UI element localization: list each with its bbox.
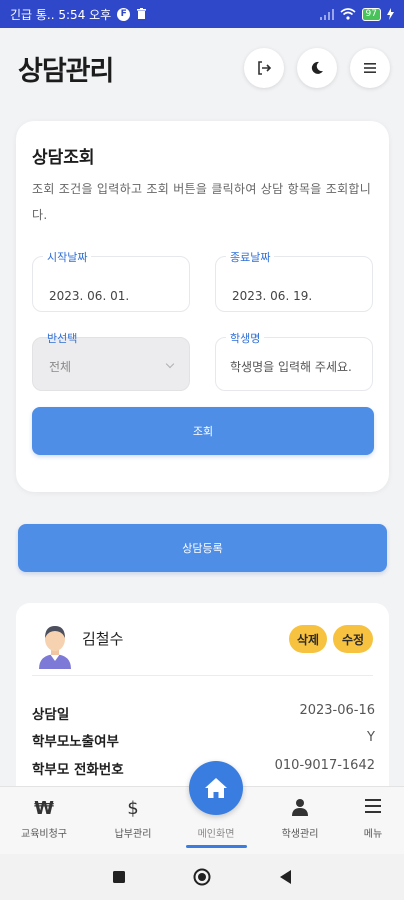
system-navigation-bar	[0, 854, 404, 900]
start-date-field[interactable]: 시작날짜 2023. 06. 01.	[32, 249, 190, 312]
record-value: 2023-06-16	[299, 703, 375, 718]
delete-button[interactable]: 삭제	[289, 625, 327, 653]
nav-label: 메뉴	[363, 829, 383, 840]
student-name-input[interactable]: 학생명을 입력해 주세요.	[230, 358, 352, 375]
wifi-icon	[340, 8, 356, 20]
home-button[interactable]	[189, 761, 243, 815]
nav-label: 납부관리	[114, 829, 152, 840]
app-header: 상담관리	[0, 28, 404, 108]
status-time: 긴급 통.. 5:54 오후	[10, 7, 112, 22]
dark-mode-button[interactable]	[297, 48, 337, 88]
record-value: Y	[367, 730, 375, 745]
start-date-value: 2023. 06. 01.	[49, 289, 130, 303]
end-date-label: 종료날짜	[226, 249, 275, 265]
avatar	[39, 626, 71, 669]
person-icon	[260, 798, 340, 816]
register-consultation-button[interactable]: 상담등록	[18, 524, 387, 572]
search-card-description: 조회 조건을 입력하고 조회 버튼을 클릭하여 상담 항목을 조회합니다.	[32, 182, 372, 222]
nav-label: 학생관리	[281, 829, 319, 840]
logout-button[interactable]	[244, 48, 284, 88]
search-card: 상담조회 조회 조건을 입력하고 조회 버튼을 클릭하여 상담 항목을 조회합니…	[16, 121, 389, 492]
back-icon[interactable]	[280, 870, 291, 884]
student-name-field[interactable]: 학생명 학생명을 입력해 주세요.	[215, 330, 373, 391]
system-home-icon[interactable]	[193, 868, 211, 886]
status-bar: 긴급 통.. 5:54 오후 F 97	[0, 0, 404, 28]
menu-button[interactable]	[350, 48, 390, 88]
won-icon: ₩	[34, 798, 54, 819]
record-row: 상담일 2023-06-16	[32, 703, 375, 723]
page-title: 상담관리	[18, 55, 114, 87]
trash-icon	[137, 8, 147, 19]
end-date-field[interactable]: 종료날짜 2023. 06. 19.	[215, 249, 373, 312]
student-name: 김철수	[82, 630, 124, 648]
edit-button[interactable]: 수정	[333, 625, 373, 653]
class-select[interactable]: 반선택 전체	[32, 332, 190, 391]
nav-item-billing[interactable]: ₩ 교육비청구	[4, 787, 84, 855]
moon-icon	[311, 61, 323, 74]
start-date-label: 시작날짜	[43, 249, 92, 265]
search-card-title: 상담조회	[32, 148, 95, 168]
student-name-label: 학생명	[226, 330, 265, 346]
charging-icon	[387, 8, 394, 20]
nav-item-menu[interactable]: 메뉴	[333, 787, 404, 855]
hamburger-icon	[333, 798, 404, 814]
class-select-label: 반선택	[47, 332, 78, 345]
chevron-down-icon	[165, 359, 175, 369]
f-app-icon: F	[117, 7, 131, 21]
record-value: 010-9017-1642	[274, 758, 375, 773]
end-date-value: 2023. 06. 19.	[232, 289, 313, 303]
record-key: 학부모노출여부	[32, 734, 119, 750]
battery-indicator: 97	[361, 7, 381, 21]
nav-item-students[interactable]: 학생관리	[260, 787, 340, 855]
divider	[32, 675, 373, 676]
nav-label: 교육비청구	[21, 829, 67, 840]
active-tab-indicator	[186, 845, 247, 848]
record-key: 상담일	[32, 707, 70, 723]
dollar-icon: $	[127, 798, 139, 819]
recents-icon[interactable]	[113, 871, 125, 883]
record-row: 학부모노출여부 Y	[32, 730, 375, 750]
logout-icon	[258, 61, 272, 75]
home-icon	[205, 778, 227, 798]
nav-item-payment[interactable]: $ 납부관리	[93, 787, 173, 855]
signal-icon	[319, 8, 334, 20]
nav-label: 메인화면	[197, 829, 235, 840]
search-button[interactable]: 조회	[32, 407, 374, 455]
record-key: 학부모 전화번호	[32, 762, 124, 778]
hamburger-icon	[364, 63, 376, 73]
class-select-value: 전체	[49, 360, 72, 374]
